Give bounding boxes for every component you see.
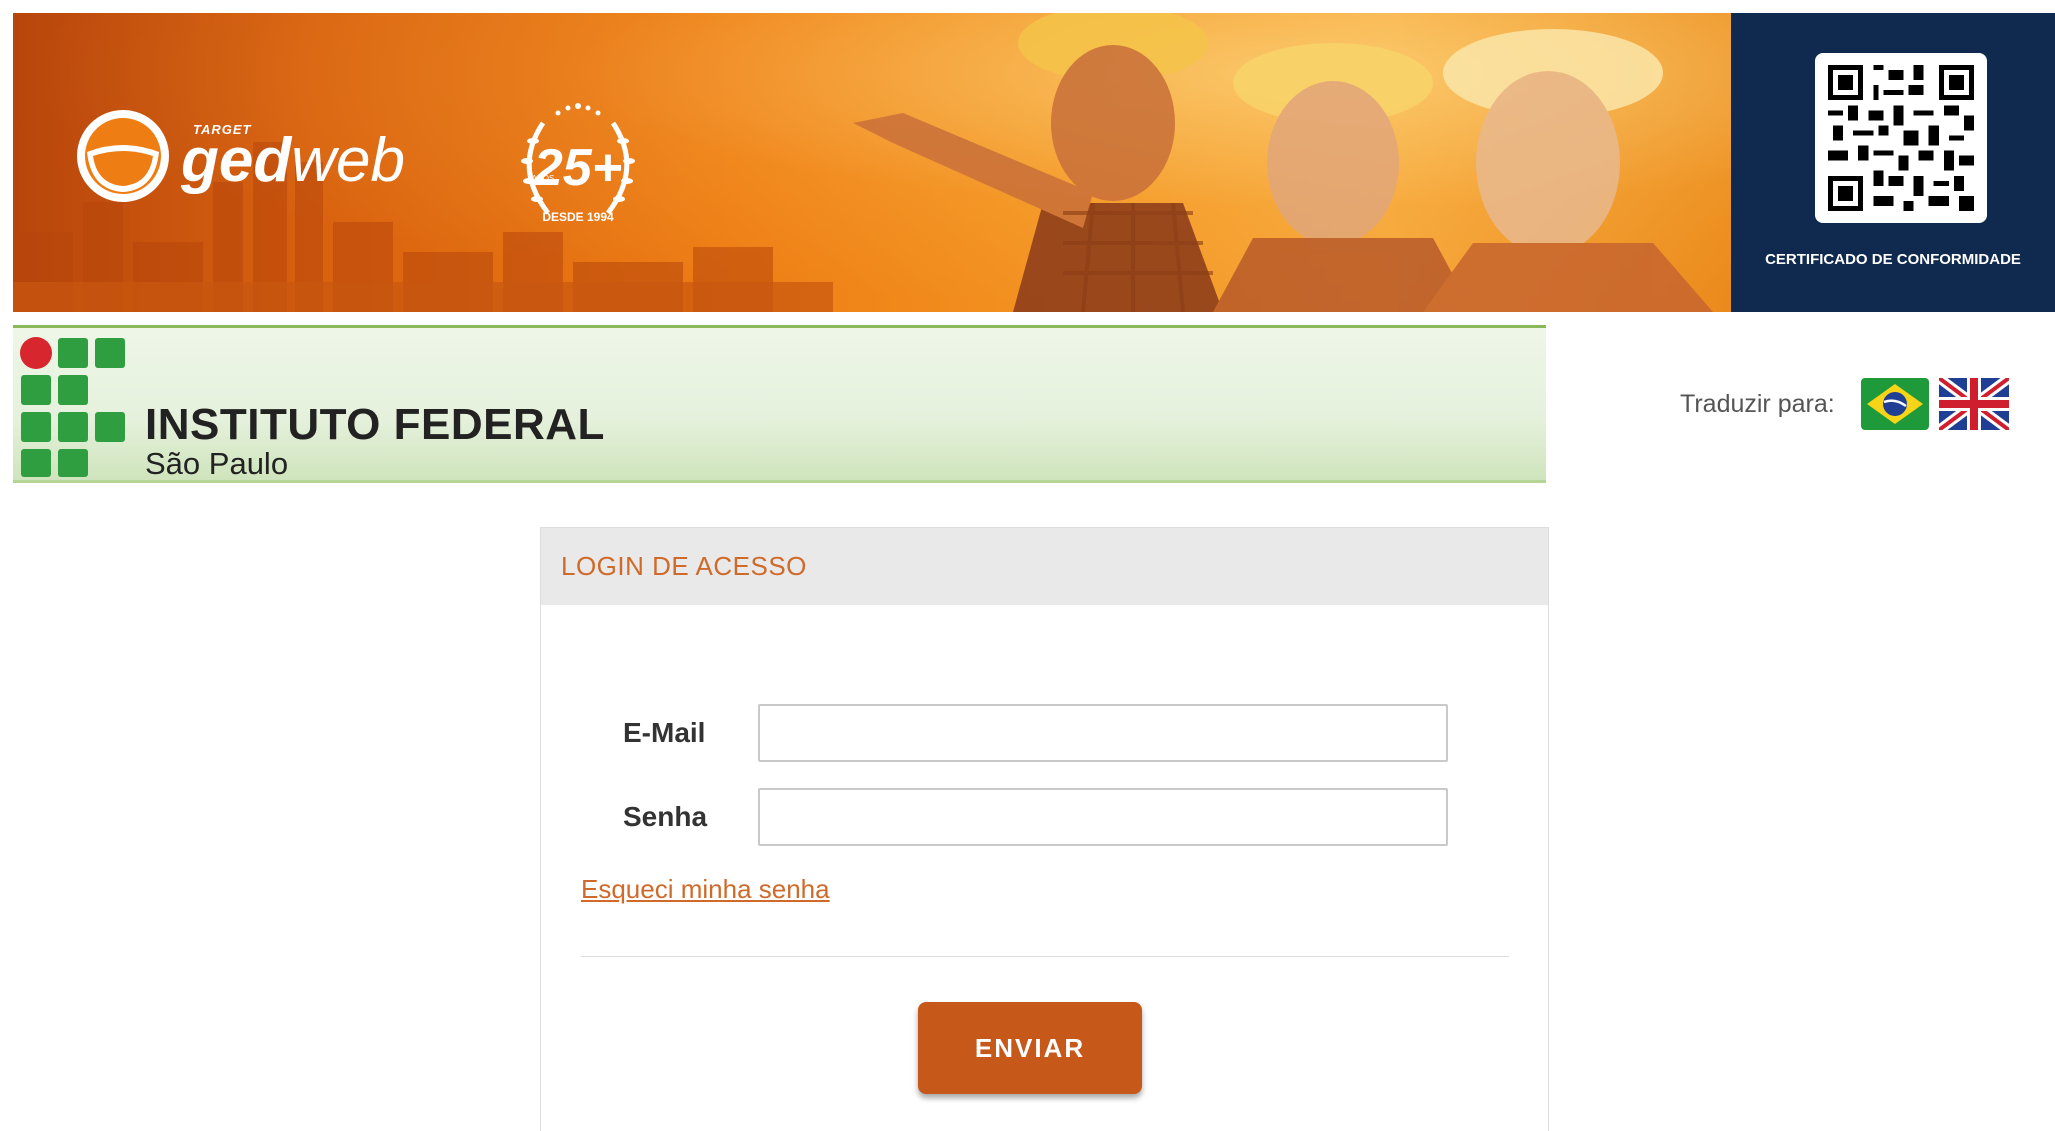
gedweb-wordmark: TARGET gedweb xyxy=(181,120,405,192)
certificate-label[interactable]: CERTIFICADO DE CONFORMIDADE xyxy=(1731,251,2055,268)
header-banner: TARGET gedweb 25+ ANOS DESDE 1994 xyxy=(13,13,1731,312)
gedweb-logo: TARGET gedweb xyxy=(75,108,405,204)
anniversary-seal: 25+ ANOS DESDE 1994 xyxy=(521,103,635,224)
institute-name: INSTITUTO FEDERAL xyxy=(145,400,605,449)
instituto-federal-logo-icon xyxy=(20,337,125,477)
forgot-password-link[interactable]: Esqueci minha senha xyxy=(581,874,830,905)
logo-word-light: web xyxy=(291,126,405,195)
qr-code-icon[interactable] xyxy=(1815,53,1987,223)
email-label: E-Mail xyxy=(623,717,706,748)
institute-campus: São Paulo xyxy=(145,446,289,481)
login-title: LOGIN DE ACESSO xyxy=(561,551,807,581)
anniversary-years: ANOS xyxy=(532,174,555,183)
submit-button[interactable]: ENVIAR xyxy=(918,1002,1142,1094)
password-row: Senha xyxy=(623,788,1448,846)
email-field[interactable] xyxy=(758,704,1448,762)
brazil-flag-icon[interactable] xyxy=(1860,378,1929,430)
email-row: E-Mail xyxy=(623,704,1448,762)
password-field[interactable] xyxy=(758,788,1448,846)
anniversary-number: 25+ xyxy=(533,139,622,197)
institute-header: INSTITUTO FEDERAL São Paulo xyxy=(13,325,1546,483)
translate-bar: Traduzir para: xyxy=(1680,378,2009,430)
certificate-panel[interactable]: CERTIFICADO DE CONFORMIDADE xyxy=(1731,13,2055,312)
workers-photo xyxy=(853,13,1713,312)
translate-label: Traduzir para: xyxy=(1680,389,1835,418)
logo-target-text: TARGET xyxy=(193,122,252,137)
password-label: Senha xyxy=(623,801,708,832)
anniversary-since: DESDE 1994 xyxy=(542,210,614,224)
login-panel: LOGIN DE ACESSO E-Mail Senha Esqueci min… xyxy=(540,527,1549,1131)
form-divider xyxy=(581,956,1509,957)
login-page: TARGET gedweb 25+ ANOS DESDE 1994 CERTIF… xyxy=(0,0,2055,1131)
gedweb-logo-icon xyxy=(77,110,169,202)
login-panel-header: LOGIN DE ACESSO xyxy=(541,528,1548,605)
uk-flag-icon[interactable] xyxy=(1938,378,2009,430)
